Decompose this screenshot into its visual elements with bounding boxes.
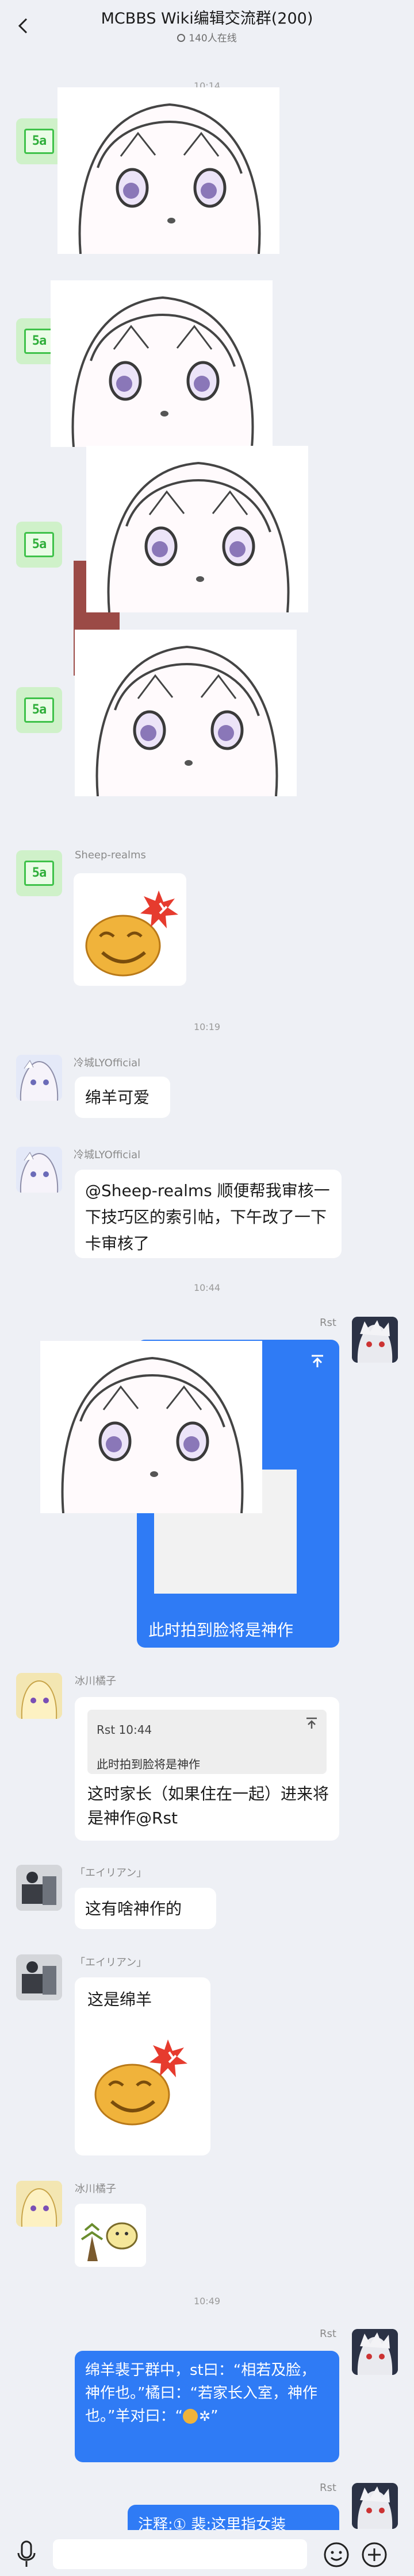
message-text-tail: ”	[210, 2408, 218, 2425]
sender-name: Rst	[320, 2482, 336, 2494]
rst-avatar-icon	[352, 2483, 398, 2529]
user-avatar[interactable]	[16, 1673, 62, 1719]
anime-avatar-icon	[16, 1147, 62, 1193]
online-count: 140人在线	[0, 30, 414, 44]
bot-logo-icon: 5a	[24, 532, 54, 557]
sender-name: 「エイリアン」	[75, 1867, 147, 1879]
bot-avatar[interactable]: 5a	[16, 118, 62, 164]
angry-smiley-sticker	[94, 2039, 187, 2126]
bot-avatar[interactable]: 5a	[16, 850, 62, 896]
sender-name: 冰川橘子	[75, 2183, 116, 2195]
anime-girl-sticker[interactable]	[86, 446, 308, 612]
bot-logo-icon: 5a	[24, 861, 54, 886]
chat-header: MCBBS Wiki编辑交流群(200) 140人在线	[0, 0, 414, 55]
anime-avatar-icon	[16, 1673, 62, 1719]
user-avatar[interactable]	[16, 1055, 62, 1101]
anime-girl-sticker[interactable]	[40, 1341, 262, 1513]
microphone-icon[interactable]	[16, 2539, 37, 2569]
online-icon	[177, 34, 186, 42]
robot-avatar-icon	[16, 1865, 62, 1911]
message-text: 这是绵羊	[87, 1990, 152, 2009]
message-bubble[interactable]: 绵羊可爱	[75, 1077, 170, 1118]
sparkle-emoji-icon: ✲	[198, 2408, 211, 2424]
rst-avatar-icon	[352, 1317, 398, 1363]
user-avatar[interactable]	[352, 2329, 398, 2375]
pin-icon	[312, 1355, 323, 1367]
user-avatar[interactable]	[352, 2483, 398, 2529]
message-bubble[interactable]: 这有啥神作的	[75, 1888, 216, 1929]
anime-girl-sticker[interactable]	[75, 630, 297, 796]
quoted-message[interactable]: Rst 10:44 此时拍到脸将是神作	[87, 1710, 327, 1774]
input-bar	[0, 2530, 414, 2576]
bot-avatar[interactable]: 5a	[16, 522, 62, 568]
robot-avatar-icon	[16, 1954, 62, 2000]
sender-name: Sheep-realms	[75, 849, 146, 861]
message-text: 这时家长（如果住在一起）进来将是神作@Rst	[87, 1784, 329, 1827]
timestamp: 10:19	[193, 1021, 221, 1032]
anime-avatar-icon	[16, 1055, 62, 1101]
message-bubble-with-sticker[interactable]: 这是绵羊	[75, 1977, 210, 2155]
message-input[interactable]	[53, 2539, 307, 2569]
bot-logo-icon: 5a	[24, 697, 54, 723]
quote-header: Rst 10:44	[97, 1723, 152, 1737]
bot-avatar[interactable]: 5a	[16, 687, 62, 733]
plus-icon[interactable]	[361, 2542, 388, 2568]
user-avatar[interactable]	[16, 1954, 62, 2000]
message-text: 此时拍到脸将是神作	[148, 1621, 294, 1640]
group-title: MCBBS Wiki编辑交流群(200)	[101, 10, 313, 28]
timestamp: 10:44	[193, 1282, 221, 1293]
sender-name: 冰川橘子	[75, 1675, 116, 1687]
anime-girl-sticker[interactable]	[57, 87, 279, 254]
anime-avatar-icon	[16, 2181, 62, 2227]
sender-name: Rst	[320, 1317, 336, 1329]
message-bubble[interactable]: 绵羊裴于群中，st曰：“相若及脸，神作也。”橘曰：“若家长入室，神作也。”羊对曰…	[75, 2351, 339, 2462]
user-avatar[interactable]	[352, 1317, 398, 1363]
sender-name: Rst	[320, 2328, 336, 2340]
quote-text: 此时拍到脸将是神作	[97, 1757, 200, 1771]
emoji-icon[interactable]	[323, 2542, 350, 2568]
anime-girl-sticker[interactable]	[51, 280, 273, 447]
angry-smiley-sticker[interactable]	[74, 873, 186, 986]
bot-logo-icon: 5a	[24, 129, 54, 154]
rst-avatar-icon	[352, 2329, 398, 2375]
message-bubble[interactable]: @Sheep-realms 顺便帮我审核一下技巧区的索引帖，下午改了一下卡审核了	[75, 1170, 342, 1258]
user-avatar[interactable]	[16, 1865, 62, 1911]
message-list[interactable]: 10:14 5a 5a 5a 5a 5a Sheep-realms 10:19 …	[0, 55, 414, 2545]
bot-logo-icon: 5a	[24, 329, 54, 354]
pin-icon	[306, 1717, 317, 1729]
smiley-emoji-icon	[182, 2409, 198, 2424]
sender-name: 「エイリアン」	[75, 1957, 147, 1969]
online-count-text: 140人在线	[189, 33, 237, 44]
user-avatar[interactable]	[16, 2181, 62, 2227]
sender-name: 冷城LYOfficial	[74, 1057, 141, 1069]
cartoon-sticker[interactable]	[75, 2204, 146, 2267]
timestamp: 10:49	[193, 2296, 221, 2307]
message-bubble-with-quote[interactable]: Rst 10:44 此时拍到脸将是神作 这时家长（如果住在一起）进来将是神作@R…	[75, 1697, 339, 1841]
sender-name: 冷城LYOfficial	[74, 1149, 141, 1161]
user-avatar[interactable]	[16, 1147, 62, 1193]
